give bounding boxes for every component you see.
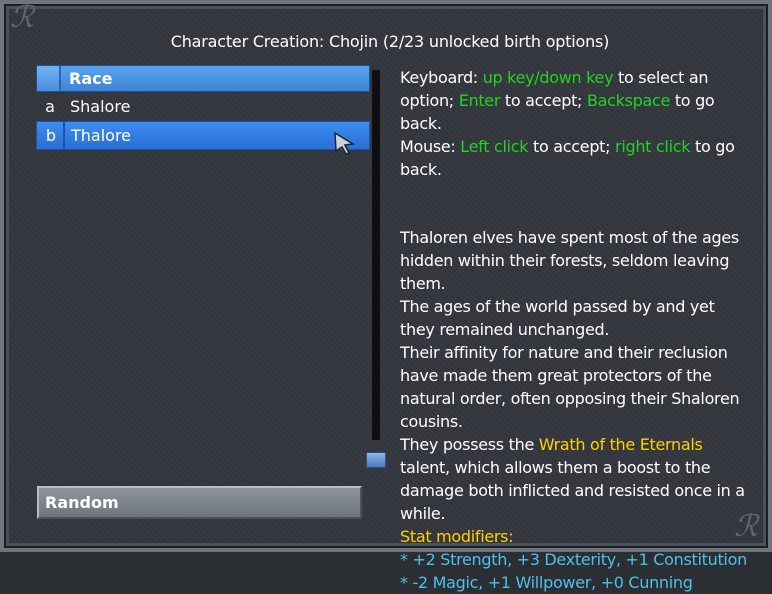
row-divider xyxy=(63,122,65,149)
list-item-label: Shalore xyxy=(70,97,131,116)
random-button[interactable]: Random xyxy=(37,486,362,519)
description-line: Thaloren elves have spent most of the ag… xyxy=(400,228,739,293)
race-header-label: Race xyxy=(69,69,113,88)
stat-modifier-line: * +2 Strength, +3 Dexterity, +1 Constitu… xyxy=(400,550,747,569)
kb-enter-key: Enter xyxy=(458,91,501,110)
keyboard-help: Keyboard: up key/down key to select an o… xyxy=(400,68,715,133)
description-talent-line: They possess the Wrath of the Eternals t… xyxy=(400,435,745,523)
race-list-header: Race xyxy=(36,65,370,92)
character-creation-window: ℛ ℛ Character Creation: Chojin (2/23 unl… xyxy=(0,0,772,592)
description-panel: Keyboard: up key/down key to select an o… xyxy=(400,66,750,594)
kb-backspace-key: Backspace xyxy=(586,91,671,110)
window-title: Character Creation: Chojin (2/23 unlocke… xyxy=(170,32,610,51)
kb-updown-key: up key/down key xyxy=(482,68,614,87)
list-item-thalore[interactable]: b Thalore xyxy=(36,121,370,150)
scroll-down-arrow-icon[interactable] xyxy=(366,452,386,468)
header-key-cell xyxy=(37,66,61,91)
corner-ornament-icon: ℛ xyxy=(10,0,34,35)
stat-modifiers-header: Stat modifiers: xyxy=(400,527,514,546)
mouse-left-click: Left click xyxy=(460,137,529,156)
mouse-right-click: right click xyxy=(615,137,691,156)
list-item-shalore[interactable]: a Shalore xyxy=(36,92,370,121)
mouse-cursor-icon xyxy=(334,132,356,155)
description-line: Their affinity for nature and their recl… xyxy=(400,343,740,431)
talent-name: Wrath of the Eternals xyxy=(538,435,703,454)
list-item-key: a xyxy=(45,97,55,116)
stat-modifier-line: * -2 Magic, +1 Willpower, +0 Cunning xyxy=(400,573,693,592)
description-scrollbar[interactable] xyxy=(372,70,380,440)
list-item-key: b xyxy=(45,126,57,145)
mouse-help: Mouse: Left click to accept; right click… xyxy=(400,137,735,179)
description-line: The ages of the world passed by and yet … xyxy=(400,297,715,339)
list-item-label: Thalore xyxy=(71,126,132,145)
race-list: Race a Shalore b Thalore xyxy=(36,65,370,150)
